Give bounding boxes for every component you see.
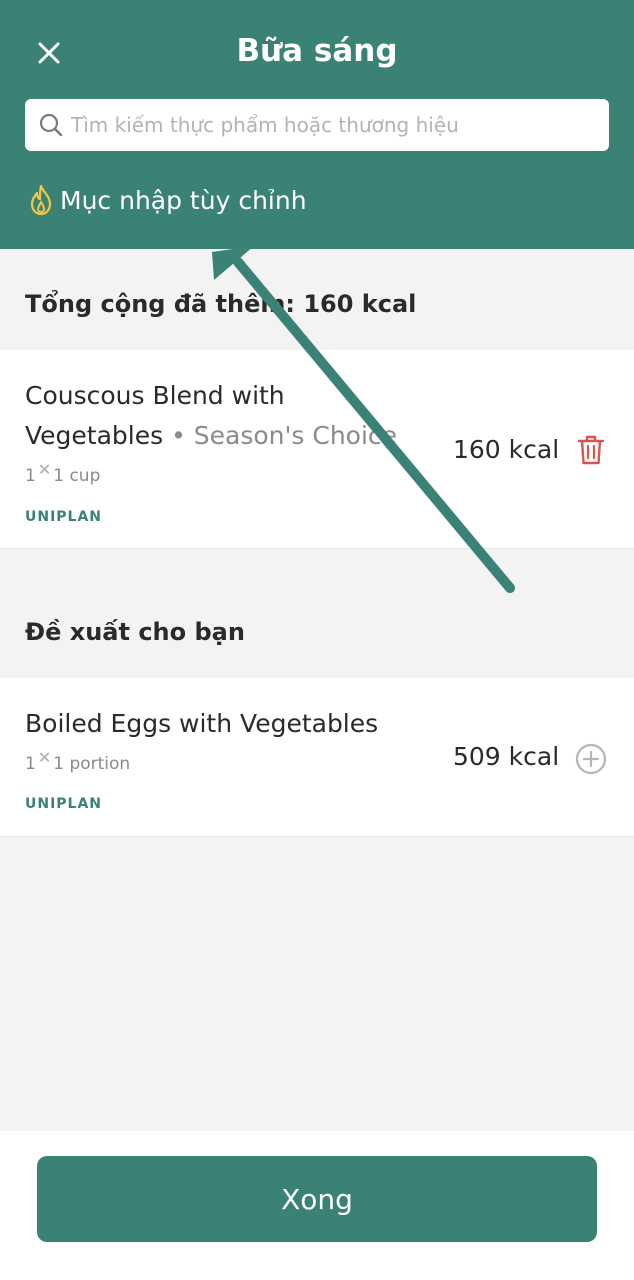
custom-entry-link[interactable]: Mục nhập tùy chỉnh: [28, 184, 307, 216]
search-input[interactable]: [71, 113, 609, 137]
food-name: Couscous Blend with Vegetables • Season'…: [25, 381, 398, 450]
food-brand: Season's Choice: [193, 421, 398, 450]
search-bar[interactable]: [25, 99, 609, 151]
food-name: Boiled Eggs with Vegetables: [25, 709, 379, 738]
suggested-section-title: Đề xuất cho bạn: [25, 618, 245, 646]
food-kcal: 509 kcal: [453, 742, 560, 771]
custom-entry-label: Mục nhập tùy chỉnh: [60, 185, 307, 215]
search-icon: [39, 113, 63, 137]
serving-size: 1 ✕ 1 cup: [25, 460, 101, 486]
header: Bữa sáng Mục nhập tùy chỉnh: [0, 0, 634, 249]
serving-size: 1 ✕ 1 portion: [25, 748, 131, 774]
done-button[interactable]: Xong: [37, 1156, 597, 1242]
trash-icon: [577, 435, 605, 465]
add-food-button[interactable]: [575, 743, 607, 779]
suggested-food-item[interactable]: Boiled Eggs with Vegetables 1 ✕ 1 portion …: [0, 678, 634, 837]
flame-icon: [30, 184, 52, 216]
food-source-tag: UNIPLAN: [25, 509, 103, 525]
food-source-tag: UNIPLAN: [25, 796, 103, 812]
plus-circle-icon: [575, 743, 607, 775]
added-food-item[interactable]: Couscous Blend with Vegetables • Season'…: [0, 350, 634, 549]
added-section-title: Tổng cộng đã thêm: 160 kcal: [25, 290, 417, 318]
delete-button[interactable]: [576, 434, 606, 470]
food-kcal: 160 kcal: [453, 435, 560, 464]
page-title: Bữa sáng: [236, 33, 398, 69]
